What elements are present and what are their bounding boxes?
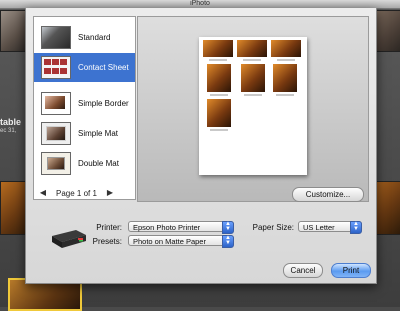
print-sheet: Standard Contact Sheet Simple Border Sim… xyxy=(25,8,377,284)
printer-popup[interactable]: Epson Photo Printer ▲ ▼ xyxy=(128,221,234,234)
paper-size-label: Paper Size: xyxy=(252,223,294,232)
event-date: ec 31, xyxy=(0,128,17,134)
event-title: table xyxy=(0,117,22,127)
presets-popup[interactable]: Photo on Matte Paper ▲ ▼ xyxy=(128,235,234,248)
theme-item-standard[interactable]: Standard xyxy=(34,23,135,52)
customize-button[interactable]: Customize... xyxy=(292,187,364,202)
theme-item-double-mat[interactable]: Double Mat xyxy=(34,149,135,178)
theme-label: Contact Sheet xyxy=(78,63,129,72)
paper-size-popup[interactable]: US Letter ▲ ▼ xyxy=(298,221,362,234)
popup-arrows-icon: ▲ ▼ xyxy=(222,221,234,234)
theme-list[interactable]: Standard Contact Sheet Simple Border Sim… xyxy=(33,16,136,200)
theme-label: Simple Mat xyxy=(78,129,119,138)
simple-mat-thumbnail xyxy=(41,122,71,145)
cancel-button[interactable]: Cancel xyxy=(283,263,323,278)
page-indicator: Page 1 of 1 xyxy=(56,188,97,198)
presets-value: Photo on Matte Paper xyxy=(133,237,206,246)
preview-photo xyxy=(271,40,301,57)
paper-size-value: US Letter xyxy=(303,223,335,232)
standard-theme-thumbnail xyxy=(41,26,71,49)
left-arrow-icon[interactable]: ◀ xyxy=(36,186,50,200)
preview-page xyxy=(199,37,307,175)
theme-label: Double Mat xyxy=(78,159,119,168)
theme-item-simple-mat[interactable]: Simple Mat xyxy=(34,119,135,148)
preview-photo xyxy=(207,64,231,92)
contact-sheet-thumbnail xyxy=(41,56,71,79)
print-button[interactable]: Print xyxy=(331,263,371,278)
right-arrow-icon[interactable]: ▶ xyxy=(103,186,117,200)
theme-label: Simple Border xyxy=(78,99,129,108)
preview-photo xyxy=(273,64,297,92)
page-navigation: ◀ Page 1 of 1 ▶ xyxy=(36,186,117,200)
preview-photo xyxy=(241,64,265,92)
theme-label: Standard xyxy=(78,33,111,42)
printer-label: Printer: xyxy=(96,223,122,232)
double-mat-thumbnail xyxy=(41,152,71,175)
printer-icon xyxy=(52,230,86,248)
popup-arrows-icon: ▲ ▼ xyxy=(350,221,362,234)
presets-label: Presets: xyxy=(92,237,122,246)
preview-photo xyxy=(207,99,231,127)
preview-photo xyxy=(237,40,267,57)
print-preview xyxy=(137,16,369,202)
simple-border-thumbnail xyxy=(41,92,71,115)
background-photo xyxy=(0,10,28,52)
preview-photo xyxy=(203,40,233,57)
theme-item-contact-sheet[interactable]: Contact Sheet xyxy=(34,53,135,82)
popup-arrows-icon: ▲ ▼ xyxy=(222,235,234,248)
theme-item-simple-border[interactable]: Simple Border xyxy=(34,89,135,118)
printer-value: Epson Photo Printer xyxy=(133,223,201,232)
